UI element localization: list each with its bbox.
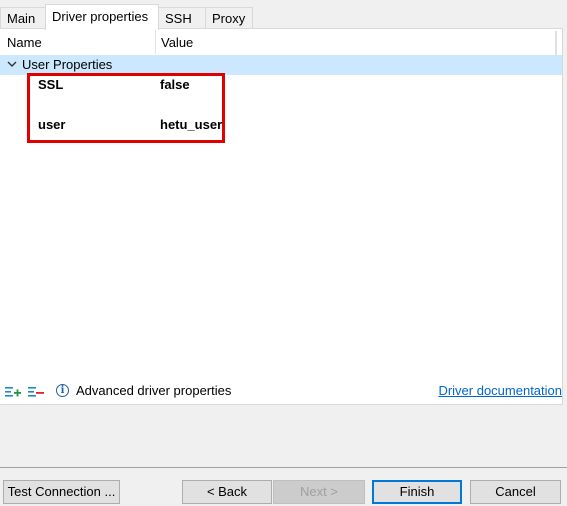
test-connection-button[interactable]: Test Connection ...: [3, 480, 120, 504]
group-label: User Properties: [22, 57, 113, 72]
column-header-value[interactable]: Value: [161, 35, 193, 50]
chevron-down-icon[interactable]: [7, 58, 17, 70]
tab-main[interactable]: Main: [0, 7, 46, 28]
advanced-driver-properties-label[interactable]: Advanced driver properties: [76, 383, 231, 398]
property-value[interactable]: false: [160, 77, 190, 92]
remove-property-icon[interactable]: [28, 385, 44, 399]
table-header: Name Value: [0, 29, 557, 54]
tab-proxy[interactable]: Proxy: [205, 7, 253, 28]
tab-ssh[interactable]: SSH: [158, 7, 206, 28]
add-property-icon[interactable]: [5, 385, 21, 399]
column-divider[interactable]: [155, 29, 156, 54]
finish-button[interactable]: Finish: [372, 480, 462, 504]
next-button[interactable]: Next >: [273, 480, 365, 504]
tab-bar: Main Driver properties SSH Proxy: [0, 0, 567, 30]
driver-properties-panel: Name Value User Properties SSL false use…: [0, 28, 563, 405]
column-header-name[interactable]: Name: [7, 35, 42, 50]
back-button[interactable]: < Back: [182, 480, 272, 504]
driver-documentation-link[interactable]: Driver documentation: [438, 383, 562, 398]
property-name: user: [38, 117, 66, 132]
table-row[interactable]: SSL false: [0, 77, 556, 97]
tab-driver-properties[interactable]: Driver properties: [45, 4, 159, 30]
footer-separator: [0, 467, 567, 468]
property-value[interactable]: hetu_user: [160, 117, 222, 132]
cancel-button[interactable]: Cancel: [470, 480, 561, 504]
group-row-user-properties[interactable]: User Properties: [0, 55, 562, 75]
info-icon: i: [56, 384, 69, 397]
property-name: SSL: [38, 77, 64, 92]
table-row[interactable]: user hetu_user: [0, 117, 556, 137]
